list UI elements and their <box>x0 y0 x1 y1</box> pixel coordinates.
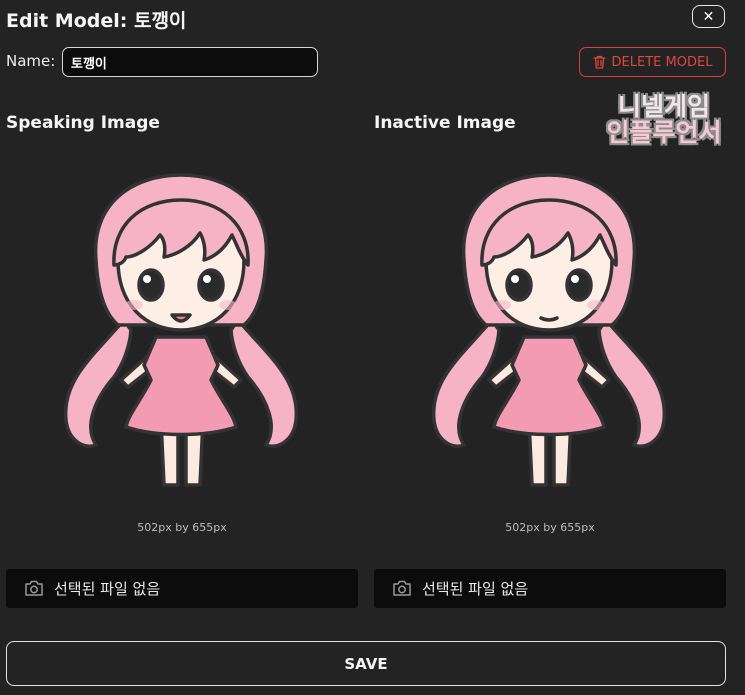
inactive-image-title: Inactive Image <box>374 113 516 133</box>
watermark-line-2: 인플루언서 <box>606 118 722 148</box>
camera-icon <box>25 580 43 596</box>
camera-icon <box>393 580 411 596</box>
inactive-image <box>374 165 726 500</box>
speaking-image <box>6 165 358 500</box>
close-button[interactable]: ✕ <box>692 5 725 28</box>
trash-icon <box>592 55 606 69</box>
name-input[interactable] <box>62 47 318 77</box>
close-icon: ✕ <box>702 8 715 25</box>
page-title: Edit Model: 토깽이 <box>6 10 187 32</box>
speaking-image-title: Speaking Image <box>6 113 160 133</box>
speaking-image-dimensions: 502px by 655px <box>137 521 227 534</box>
speaking-file-label: 선택된 파일 없음 <box>54 580 161 598</box>
inactive-image-dimensions: 502px by 655px <box>505 521 595 534</box>
save-button[interactable]: SAVE <box>6 641 726 686</box>
inactive-file-label: 선택된 파일 없음 <box>422 580 529 598</box>
inactive-image-file-input[interactable]: 선택된 파일 없음 <box>374 569 726 608</box>
watermark-line-1: 니넬게임 <box>617 92 710 121</box>
name-label: Name: <box>6 52 56 70</box>
watermark: 니넬게임 인플루언서 <box>605 92 723 148</box>
delete-model-button[interactable]: DELETE MODEL <box>579 47 726 77</box>
delete-model-label: DELETE MODEL <box>611 54 713 70</box>
speaking-image-file-input[interactable]: 선택된 파일 없음 <box>6 569 358 608</box>
